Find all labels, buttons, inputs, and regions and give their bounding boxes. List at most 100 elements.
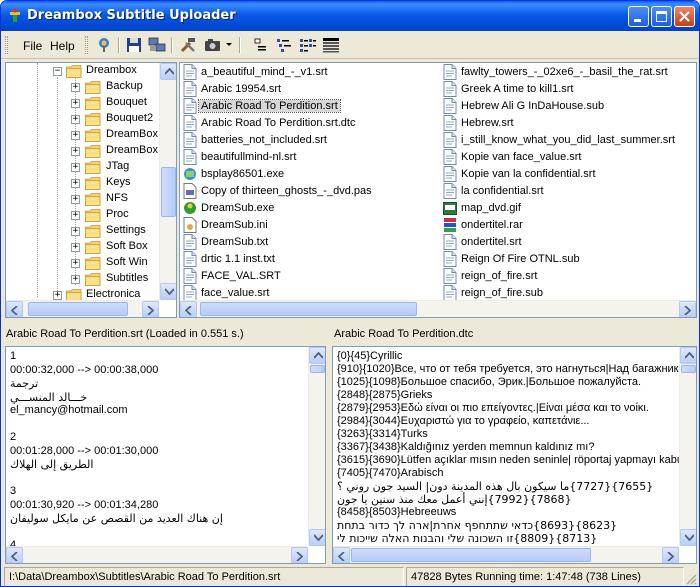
text-line: {3263}{3314}Turks — [337, 428, 428, 440]
right-vertical-scrollbar[interactable] — [679, 347, 696, 546]
files-horizontal-scrollbar[interactable] — [180, 300, 696, 317]
tree-item[interactable]: + Proc — [6, 208, 156, 224]
tree-horizontal-scrollbar[interactable] — [6, 300, 159, 317]
scroll-up-button[interactable] — [160, 63, 176, 80]
tree-item[interactable]: + Soft Box — [6, 240, 156, 256]
view-small-icons-icon[interactable] — [276, 37, 294, 53]
scroll-left-button[interactable] — [6, 301, 23, 317]
expand-icon[interactable]: + — [71, 259, 80, 268]
close-icon — [679, 11, 690, 22]
scroll-left-button[interactable] — [333, 547, 350, 563]
app-window: Dreambox Subtitle Uploader File Help − D… — [0, 0, 700, 587]
file-name: a_beautiful_mind_-_v1.srt — [201, 66, 328, 78]
menu-file[interactable]: File — [23, 39, 42, 53]
text-line: {8458}{8503}Hebreeuws — [337, 506, 457, 518]
right-horizontal-scrollbar[interactable] — [333, 546, 679, 563]
toolbar-grip[interactable] — [85, 36, 88, 54]
maximize-button[interactable] — [651, 6, 672, 27]
scroll-left-button[interactable] — [180, 301, 197, 317]
tree-item[interactable]: + Keys — [6, 176, 156, 192]
expand-icon[interactable]: + — [71, 195, 80, 204]
tools-icon[interactable] — [179, 37, 197, 53]
tree-item[interactable]: + Soft Win — [6, 256, 156, 272]
camera-icon[interactable] — [204, 37, 222, 53]
text-line: خـــالد المنســـي — [10, 390, 88, 404]
file-list[interactable]: a_beautiful_mind_-_v1.srt Arabic 19954.sr… — [179, 62, 697, 318]
scroll-right-button[interactable] — [662, 547, 679, 563]
tree-vertical-scrollbar[interactable] — [159, 63, 176, 300]
expand-icon[interactable]: + — [71, 83, 80, 92]
tree-item[interactable]: + NFS — [6, 192, 156, 208]
folder-icon — [84, 145, 101, 158]
tree-item[interactable]: + DreamBox — [6, 128, 158, 144]
tree-label: Proc — [106, 208, 129, 220]
expand-icon[interactable]: + — [71, 147, 80, 156]
expand-icon[interactable]: + — [71, 115, 80, 124]
expand-icon[interactable]: + — [71, 275, 80, 284]
tree-label: Bouquet — [106, 96, 147, 108]
menu-grip[interactable] — [5, 36, 8, 54]
scroll-down-button[interactable] — [309, 529, 325, 546]
file-name: Copy of thirteen_ghosts_-_dvd.pas — [201, 185, 372, 197]
view-details-icon[interactable] — [322, 37, 340, 53]
maximize-icon — [656, 11, 667, 22]
save-icon[interactable] — [125, 37, 143, 53]
scroll-left-icon — [185, 306, 192, 315]
text-line: 00:01:30,920 --> 00:01:34,280 — [10, 498, 159, 511]
expand-icon[interactable]: + — [71, 131, 80, 140]
tree-item[interactable]: + Settings — [6, 224, 156, 240]
folder-tree[interactable]: − Dreambox + Backup + Bouquet + Bouquet2 + DreamB… — [5, 62, 177, 318]
scroll-up-button[interactable] — [309, 347, 325, 364]
view-list-icon[interactable] — [299, 37, 317, 53]
file-name: beautifullmind-nl.srt — [201, 151, 297, 163]
connect-icon[interactable] — [95, 37, 113, 53]
expand-icon[interactable]: + — [71, 211, 80, 220]
expand-icon[interactable]: + — [71, 179, 80, 188]
scroll-thumb[interactable] — [310, 365, 325, 373]
text-line: {8713}{8809}זו השכונה שלי והבנות האלה שי… — [337, 532, 598, 545]
scroll-down-button[interactable] — [160, 283, 176, 300]
scroll-thumb[interactable] — [351, 548, 591, 562]
chevron-down-icon[interactable] — [226, 43, 232, 47]
title-bar[interactable]: Dreambox Subtitle Uploader — [1, 1, 699, 31]
tree-item[interactable]: + Backup — [6, 80, 156, 96]
expand-icon[interactable]: + — [71, 163, 80, 172]
left-horizontal-scrollbar[interactable] — [6, 546, 308, 563]
folder-icon — [84, 177, 101, 190]
status-path: I:\Data\Dreambox\Subtitles\Arabic Road T… — [4, 567, 404, 586]
resize-grip-icon[interactable] — [685, 573, 697, 585]
scroll-thumb[interactable] — [161, 167, 176, 217]
scroll-thumb[interactable] — [681, 365, 696, 373]
file-doc-icon — [443, 234, 457, 250]
scroll-right-button[interactable] — [291, 547, 308, 563]
scroll-right-button[interactable] — [142, 301, 159, 317]
expand-icon[interactable]: + — [53, 291, 62, 300]
expand-icon[interactable]: + — [71, 227, 80, 236]
left-text-pane[interactable]: 1 00:00:32,000 --> 00:00:38,000 ترجمة خـــا… — [5, 346, 326, 564]
menu-help[interactable]: Help — [50, 39, 75, 53]
tree-item[interactable]: + Subtitles — [6, 272, 156, 288]
expand-icon[interactable]: + — [71, 243, 80, 252]
scroll-thumb[interactable] — [200, 302, 417, 316]
text-line: {2984}{3044}Ευχαριστώ για το γραφείο, κα… — [337, 415, 590, 427]
tree-item-root[interactable]: − Dreambox — [6, 64, 156, 80]
scroll-down-button[interactable] — [680, 529, 696, 546]
tree-label: Bouquet2 — [106, 112, 154, 124]
tree-item[interactable]: + JTag — [6, 160, 156, 176]
collapse-icon[interactable]: − — [53, 67, 62, 76]
tree-item[interactable]: + Bouquet — [6, 96, 156, 112]
right-text-pane[interactable]: {0}{45}Cyrillic {910}{1020}Все, что от те… — [332, 346, 697, 564]
minimize-button[interactable] — [628, 6, 649, 27]
network-icon[interactable] — [148, 37, 166, 53]
scroll-left-button[interactable] — [6, 547, 23, 563]
scroll-up-button[interactable] — [680, 347, 696, 364]
close-button[interactable] — [674, 6, 695, 27]
scroll-right-button[interactable] — [679, 301, 696, 317]
tree-item[interactable]: + DreamBox — [6, 144, 158, 160]
expand-icon[interactable]: + — [71, 99, 80, 108]
tree-item[interactable]: + Bouquet2 — [6, 112, 156, 128]
view-large-icons-icon[interactable] — [253, 37, 271, 53]
left-vertical-scrollbar[interactable] — [308, 347, 325, 546]
scroll-thumb[interactable] — [28, 302, 128, 316]
tree-label: Backup — [106, 80, 143, 92]
